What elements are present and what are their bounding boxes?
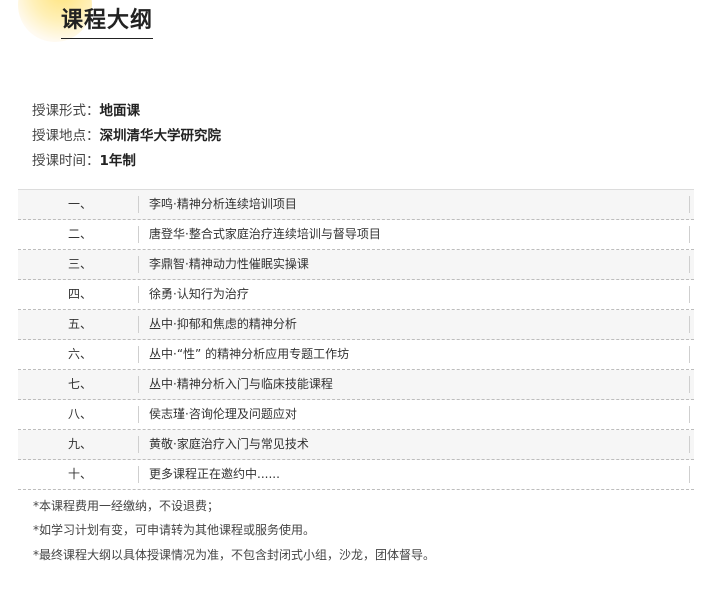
course-name: 丛中·精神分析入门与临床技能课程 xyxy=(149,377,333,391)
column-divider xyxy=(689,196,690,213)
column-divider xyxy=(689,256,690,273)
note-final-syllabus: *最终课程大纲以具体授课情况为准，不包含封闭式小组，沙龙，团体督导。 xyxy=(33,548,436,562)
column-divider xyxy=(138,316,139,333)
column-divider xyxy=(138,376,139,393)
column-divider xyxy=(689,376,690,393)
course-number: 七、 xyxy=(68,377,93,391)
column-divider xyxy=(138,436,139,453)
column-divider xyxy=(689,436,690,453)
column-divider xyxy=(138,286,139,303)
course-number: 四、 xyxy=(68,287,93,301)
info-row-location: 授课地点：深圳清华大学研究院 xyxy=(32,127,221,145)
info-value: 1年制 xyxy=(99,153,136,169)
note-plan-change: *如学习计划有变，可申请转为其他课程或服务使用。 xyxy=(33,523,316,537)
column-divider xyxy=(689,406,690,423)
course-name: 李鸣·精神分析连续培训项目 xyxy=(149,197,297,211)
course-number: 九、 xyxy=(68,437,93,451)
course-number: 八、 xyxy=(68,407,93,421)
course-name: 黄敬·家庭治疗入门与常见技术 xyxy=(149,437,309,451)
course-name: 唐登华·整合式家庭治疗连续培训与督导项目 xyxy=(149,227,381,241)
info-value: 深圳清华大学研究院 xyxy=(99,128,222,144)
column-divider xyxy=(138,226,139,243)
course-number: 五、 xyxy=(68,317,93,331)
course-name: 更多课程正在邀约中...... xyxy=(149,467,280,481)
info-label: 授课时间： xyxy=(32,153,100,169)
course-number: 二、 xyxy=(68,227,93,241)
info-row-format: 授课形式：地面课 xyxy=(32,102,140,120)
course-number: 六、 xyxy=(68,347,93,361)
note-refund-policy: *本课程费用一经缴纳，不设退费； xyxy=(33,499,220,513)
course-table: 一、 李鸣·精神分析连续培训项目 二、 唐登华·整合式家庭治疗连续培训与督导项目… xyxy=(18,189,694,490)
course-name: 李鼎智·精神动力性催眠实操课 xyxy=(149,257,309,271)
column-divider xyxy=(689,226,690,243)
table-row: 七、 丛中·精神分析入门与临床技能课程 xyxy=(18,370,694,400)
course-name: 侯志瑾·咨询伦理及问题应对 xyxy=(149,407,297,421)
table-row: 四、 徐勇·认知行为治疗 xyxy=(18,280,694,310)
course-number: 三、 xyxy=(68,257,93,271)
info-label: 授课地点： xyxy=(32,128,100,144)
column-divider xyxy=(689,316,690,333)
table-row: 十、 更多课程正在邀约中...... xyxy=(18,460,694,490)
table-row: 六、 丛中·“性” 的精神分析应用专题工作坊 xyxy=(18,340,694,370)
table-row: 二、 唐登华·整合式家庭治疗连续培训与督导项目 xyxy=(18,220,694,250)
table-row: 五、 丛中·抑郁和焦虑的精神分析 xyxy=(18,310,694,340)
info-value: 地面课 xyxy=(99,103,141,119)
info-row-duration: 授课时间：1年制 xyxy=(32,152,136,170)
table-row: 九、 黄敬·家庭治疗入门与常见技术 xyxy=(18,430,694,460)
column-divider xyxy=(138,466,139,483)
course-number: 十、 xyxy=(68,467,93,481)
column-divider xyxy=(689,286,690,303)
course-number: 一、 xyxy=(68,197,93,211)
course-name: 徐勇·认知行为治疗 xyxy=(149,287,249,301)
column-divider xyxy=(138,406,139,423)
course-name: 丛中·“性” 的精神分析应用专题工作坊 xyxy=(149,347,350,361)
table-row: 八、 侯志瑾·咨询伦理及问题应对 xyxy=(18,400,694,430)
column-divider xyxy=(689,466,690,483)
column-divider xyxy=(138,196,139,213)
table-row: 三、 李鼎智·精神动力性催眠实操课 xyxy=(18,250,694,280)
column-divider xyxy=(689,346,690,363)
table-row: 一、 李鸣·精神分析连续培训项目 xyxy=(18,190,694,220)
info-label: 授课形式： xyxy=(32,103,100,119)
column-divider xyxy=(138,346,139,363)
page-title: 课程大纲 xyxy=(61,6,154,39)
course-name: 丛中·抑郁和焦虑的精神分析 xyxy=(149,317,297,331)
column-divider xyxy=(138,256,139,273)
